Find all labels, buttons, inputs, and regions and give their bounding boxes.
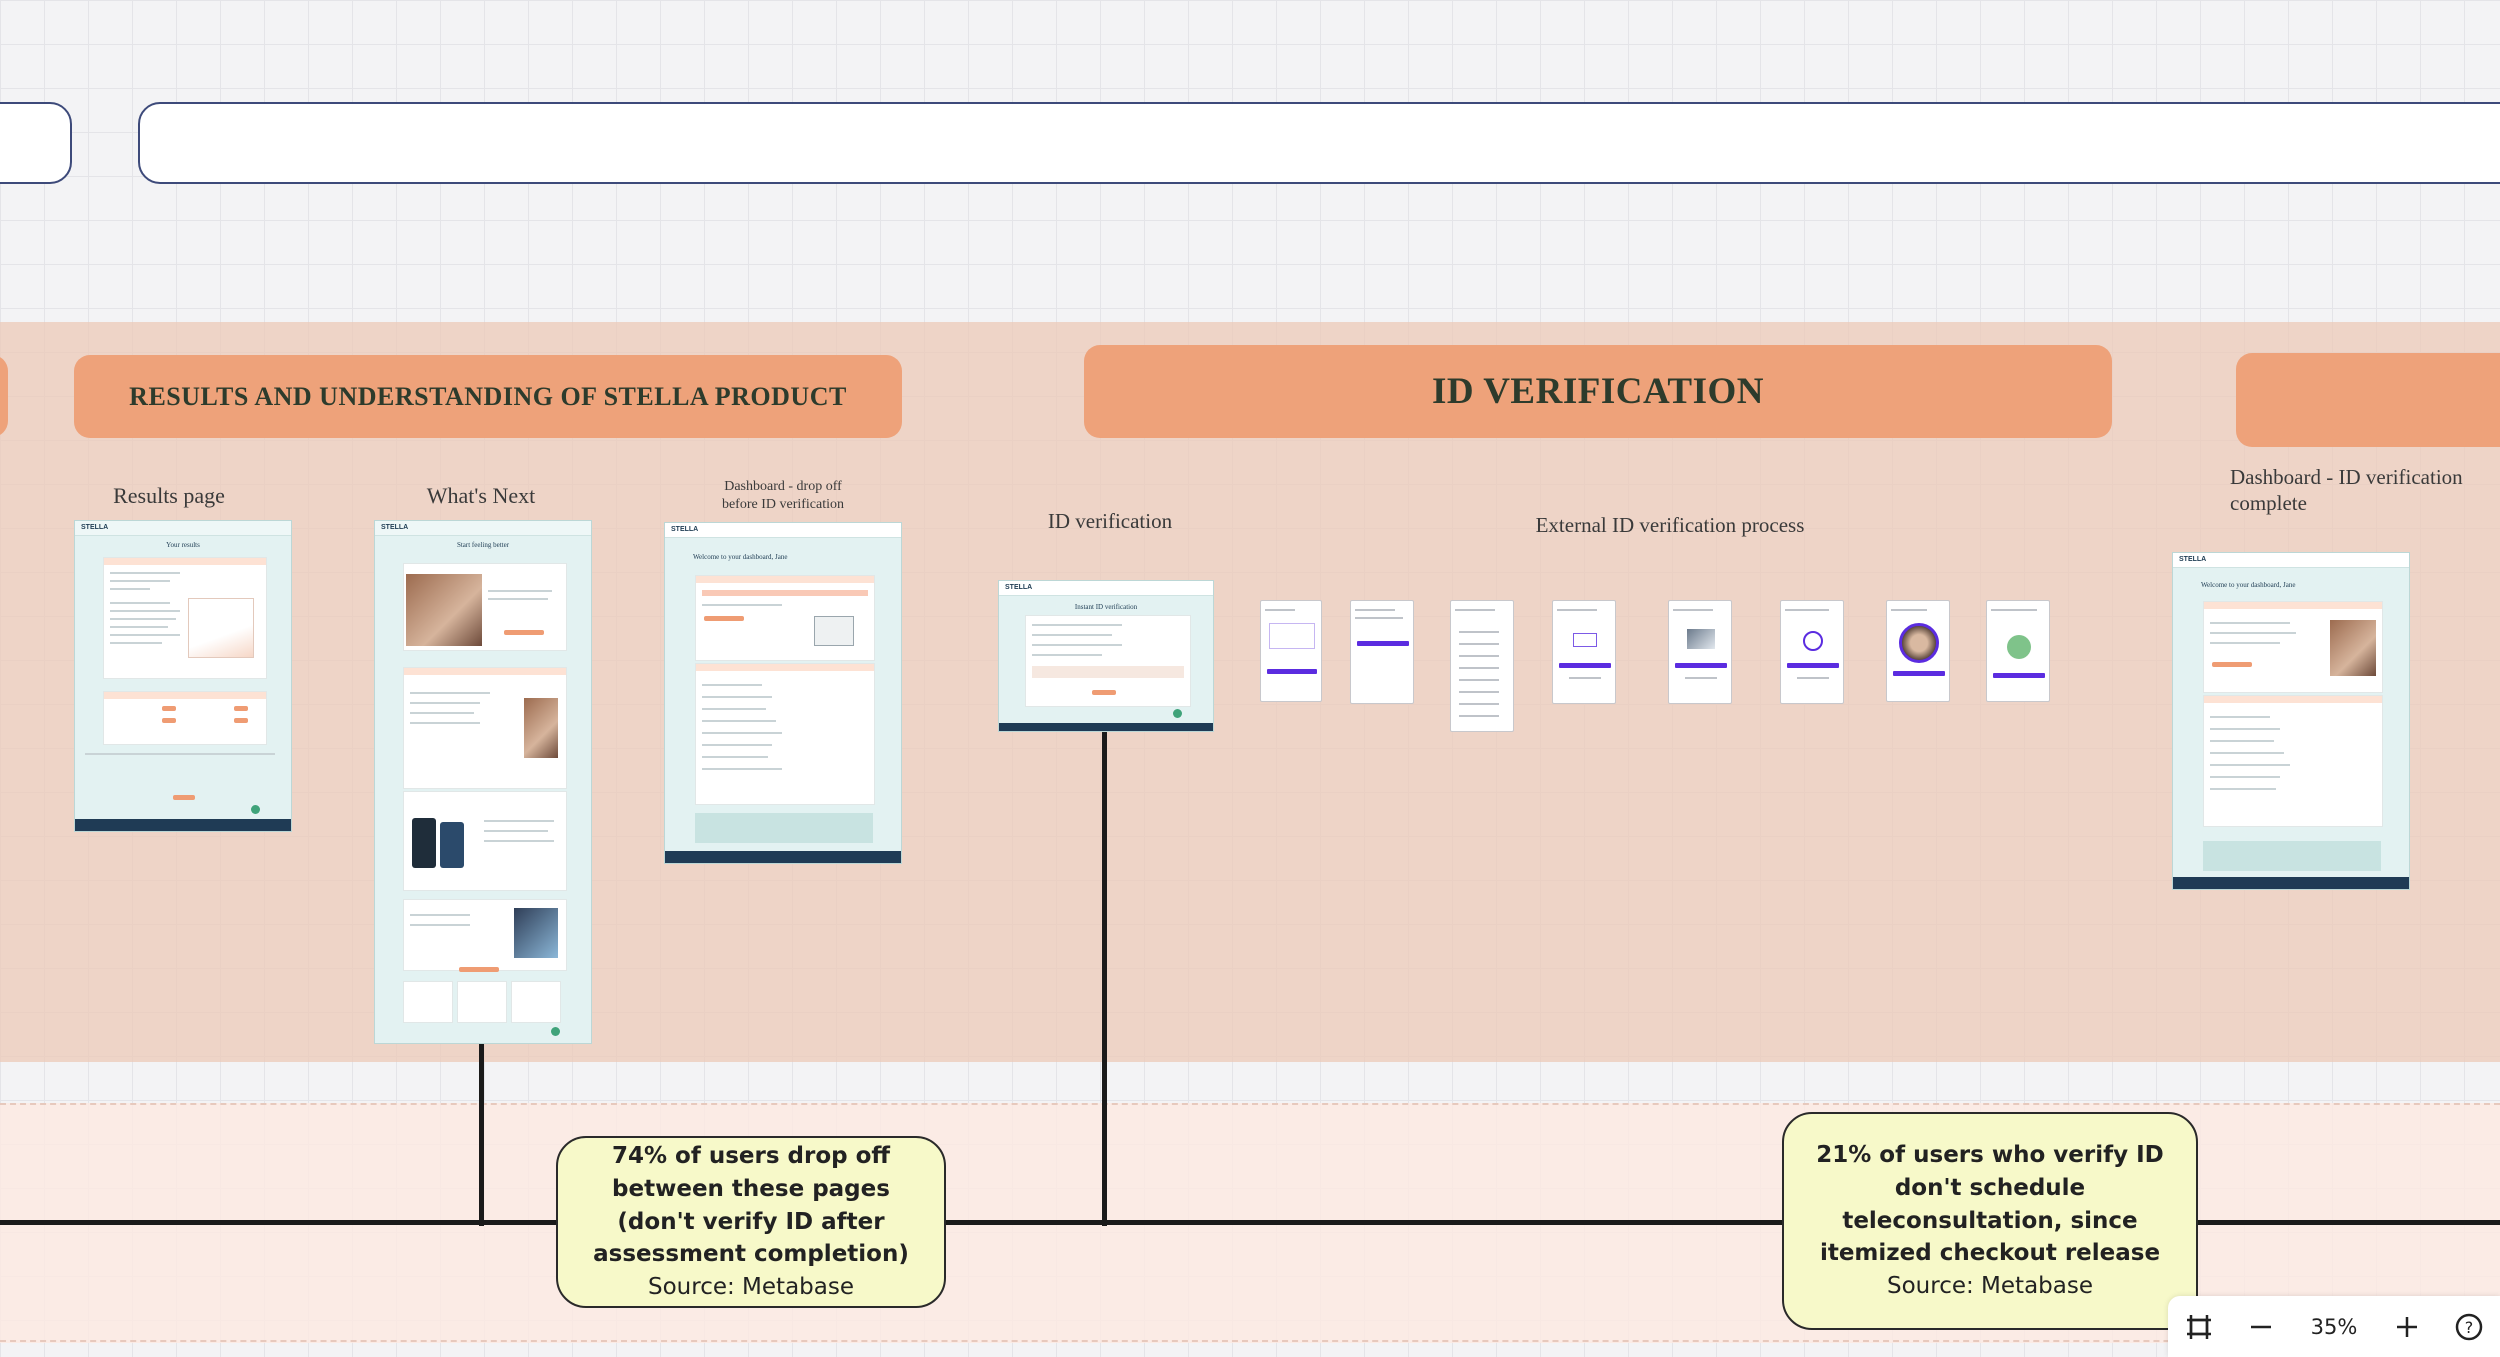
fit-to-screen-icon[interactable] — [2168, 1296, 2230, 1357]
external-step-3[interactable] — [1450, 600, 1514, 732]
external-step-8[interactable] — [1986, 600, 2050, 702]
zoom-level[interactable]: 35% — [2292, 1296, 2377, 1357]
stella-logo: STELLA — [1005, 584, 1033, 591]
mockup-heading: Welcome to your dashboard, Jane — [693, 553, 788, 561]
stella-logo: STELLA — [381, 524, 409, 531]
frame-top-wide[interactable] — [138, 102, 2500, 184]
stella-logo: STELLA — [81, 524, 109, 531]
mockup-whats-next[interactable]: STELLA Start feeling better — [374, 520, 592, 1044]
swimlane-divider-bottom — [0, 1340, 2500, 1342]
external-step-1[interactable] — [1260, 600, 1322, 702]
connector-whats-next — [479, 1044, 484, 1226]
note-drop-off-headline: 74% of users drop off between these page… — [593, 1143, 909, 1268]
zoom-controls: 35% ? — [2168, 1296, 2500, 1357]
mockup-heading: Welcome to your dashboard, Jane — [2201, 581, 2296, 589]
note-drop-off[interactable]: 74% of users drop off between these page… — [556, 1136, 946, 1308]
section-header-id-verification[interactable]: ID VERIFICATION — [1084, 345, 2112, 438]
external-step-7[interactable] — [1886, 600, 1950, 702]
note-teleconsult[interactable]: 21% of users who verify ID don't schedul… — [1782, 1112, 2198, 1330]
mockup-heading: Instant ID verification — [1074, 603, 1138, 611]
mockup-dashboard-complete[interactable]: STELLA Welcome to your dashboard, Jane — [2172, 552, 2410, 890]
mockup-results-page[interactable]: STELLA Your results — [74, 520, 292, 832]
external-step-6[interactable] — [1780, 600, 1844, 704]
label-id-verification: ID verification — [1047, 509, 1173, 533]
svg-text:?: ? — [2465, 1318, 2474, 1337]
mockup-dashboard-drop-off[interactable]: STELLA Welcome to your dashboard, Jane — [664, 522, 902, 864]
label-dashboard-drop-off: Dashboard - drop off before ID verificat… — [721, 479, 845, 512]
label-whats-next: What's Next — [426, 483, 536, 508]
minus-icon[interactable] — [2230, 1296, 2292, 1357]
note-drop-off-source: Source: Metabase — [648, 1273, 854, 1300]
stella-logo: STELLA — [671, 526, 699, 533]
section-pill-partial-left[interactable] — [0, 355, 8, 437]
mockup-heading: Your results — [166, 541, 200, 549]
stella-logo: STELLA — [2179, 556, 2207, 563]
note-teleconsult-source: Source: Metabase — [1887, 1272, 2093, 1299]
section-pill-partial-right[interactable] — [2236, 353, 2500, 447]
swimlane-divider — [0, 1103, 2500, 1105]
mockup-id-verification[interactable]: STELLA Instant ID verification — [998, 580, 1214, 732]
label-dashboard-complete: Dashboard - ID verification complete — [2230, 465, 2463, 516]
frame-left-partial[interactable] — [0, 102, 72, 184]
note-teleconsult-headline: 21% of users who verify ID don't schedul… — [1816, 1142, 2164, 1267]
mockup-heading: Start feeling better — [456, 541, 510, 549]
section-header-results[interactable]: RESULTS AND UNDERSTANDING OF STELLA PROD… — [74, 355, 902, 438]
label-external-process: External ID verification process — [1535, 513, 1805, 537]
connector-id-verification — [1102, 732, 1107, 1226]
help-icon[interactable]: ? — [2438, 1296, 2500, 1357]
external-step-4[interactable] — [1552, 600, 1616, 704]
external-step-2[interactable] — [1350, 600, 1414, 704]
label-results-page: Results page — [113, 483, 225, 508]
external-step-5[interactable] — [1668, 600, 1732, 704]
plus-icon[interactable] — [2376, 1296, 2438, 1357]
